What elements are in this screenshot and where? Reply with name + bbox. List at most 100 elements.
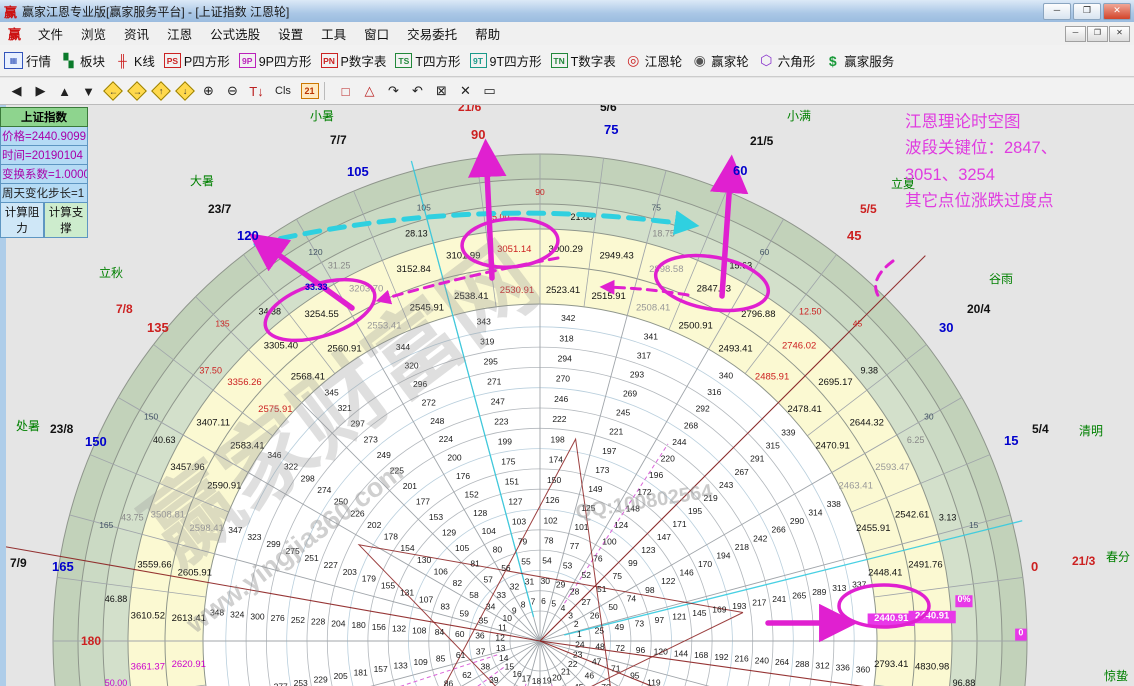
- diamond-up-icon[interactable]: ↑: [150, 81, 171, 101]
- shrink-icon[interactable]: ✕: [455, 81, 476, 101]
- wheel-outer-label: 105: [347, 164, 369, 179]
- svg-text:85: 85: [436, 654, 446, 664]
- svg-text:227: 227: [324, 560, 338, 570]
- mdi-window-controls: ─❐✕: [1065, 26, 1134, 42]
- svg-text:56: 56: [501, 563, 511, 573]
- screen-icon[interactable]: ▭: [479, 81, 500, 101]
- solar-term-label: 惊蛰: [1104, 668, 1128, 683]
- time-axis-icon[interactable]: T↓: [246, 81, 267, 101]
- menu-item-工具[interactable]: 工具: [312, 22, 355, 45]
- fit-box-icon[interactable]: ⊠: [431, 81, 452, 101]
- svg-text:98: 98: [645, 585, 655, 595]
- prev-arrow-icon[interactable]: ◀: [6, 81, 27, 101]
- svg-text:30: 30: [541, 576, 551, 586]
- svg-text:2515.91: 2515.91: [591, 291, 625, 302]
- toolbar-button-行情[interactable]: ▦行情: [4, 51, 51, 70]
- svg-text:314: 314: [808, 508, 822, 518]
- toolbar-button-T四方形[interactable]: TST四方形: [395, 51, 460, 70]
- svg-text:177: 177: [416, 497, 430, 507]
- svg-text:176: 176: [456, 471, 470, 481]
- svg-text:2463.41: 2463.41: [839, 480, 873, 491]
- svg-text:180: 180: [81, 634, 101, 648]
- zoom-out-icon[interactable]: ⊖: [222, 81, 243, 101]
- toolbar-button-P四方形[interactable]: PSP四方形: [164, 51, 230, 70]
- next-arrow-icon[interactable]: ▶: [30, 81, 51, 101]
- svg-text:2500.91: 2500.91: [679, 320, 713, 331]
- menu-item-交易委托[interactable]: 交易委托: [398, 22, 466, 45]
- svg-text:130: 130: [417, 555, 431, 565]
- toolbar-button-T数字表[interactable]: TNT数字表: [551, 51, 616, 70]
- triangle-tool-icon[interactable]: △: [359, 81, 380, 101]
- svg-text:104: 104: [482, 526, 496, 536]
- svg-text:135: 135: [215, 319, 229, 329]
- rotate-cw-icon[interactable]: ↷: [383, 81, 404, 101]
- diamond-down-icon[interactable]: ↓: [174, 81, 195, 101]
- toolbar-button-江恩轮[interactable]: ◎江恩轮: [625, 51, 683, 70]
- menu-item-江恩[interactable]: 江恩: [158, 22, 201, 45]
- toolbar-button-板块[interactable]: ▚板块: [60, 51, 105, 70]
- up-marker-icon[interactable]: ▲: [54, 81, 75, 101]
- rect-tool-icon[interactable]: □: [335, 81, 356, 101]
- down-marker-icon[interactable]: ▼: [78, 81, 99, 101]
- menu-item-窗口[interactable]: 窗口: [355, 22, 398, 45]
- svg-text:192: 192: [714, 652, 728, 662]
- svg-text:95: 95: [630, 671, 640, 681]
- svg-text:2695.17: 2695.17: [818, 377, 852, 388]
- svg-text:45: 45: [574, 682, 584, 686]
- toolbar-button-赢家服务[interactable]: $赢家服务: [824, 51, 894, 70]
- diamond-right-icon[interactable]: →: [126, 81, 147, 101]
- svg-text:109: 109: [414, 657, 428, 667]
- diamond-up-icon: ↑: [151, 81, 171, 101]
- zoom-in-icon[interactable]: ⊕: [198, 81, 219, 101]
- svg-text:97: 97: [655, 615, 665, 625]
- toolbar-button-K线[interactable]: ╫K线: [114, 51, 155, 70]
- close-button[interactable]: ✕: [1103, 3, 1131, 20]
- calc-support-button[interactable]: 计算支撑: [44, 203, 88, 238]
- svg-text:267: 267: [735, 467, 749, 477]
- svg-text:218: 218: [735, 542, 749, 552]
- mdi-close-button[interactable]: ✕: [1109, 26, 1130, 42]
- note-line: 3051、3254: [905, 162, 1133, 188]
- cls-button[interactable]: Cls: [270, 81, 296, 101]
- svg-text:2: 2: [574, 619, 579, 629]
- gann-wheel-icon: ◎: [625, 53, 642, 68]
- svg-text:6.25: 6.25: [907, 435, 925, 445]
- calc-resistance-button[interactable]: 计算阻力: [0, 203, 44, 238]
- svg-text:0: 0: [1018, 628, 1023, 638]
- menu-item-设置[interactable]: 设置: [269, 22, 312, 45]
- diamond-left-icon[interactable]: ←: [102, 81, 123, 101]
- solar-term-label: 立秋: [99, 265, 123, 280]
- svg-text:105: 105: [417, 202, 431, 212]
- menu-item-文件[interactable]: 文件: [29, 22, 72, 45]
- diamond-right-icon: →: [127, 81, 147, 101]
- title-bar[interactable]: 赢 赢家江恩专业版[赢家服务平台] - [上证指数 江恩轮] ─❐✕: [0, 0, 1134, 23]
- mdi-minimize-button[interactable]: ─: [1065, 26, 1086, 42]
- svg-text:133: 133: [394, 661, 408, 671]
- toolbar-button-9T四方形[interactable]: 9T9T四方形: [470, 51, 542, 70]
- service-icon: $: [824, 53, 841, 68]
- menu-item-资讯[interactable]: 资讯: [115, 22, 158, 45]
- svg-text:99: 99: [628, 558, 638, 568]
- svg-text:75: 75: [651, 202, 661, 212]
- rotate-ccw-icon[interactable]: ↶: [407, 81, 428, 101]
- menu-item-帮助[interactable]: 帮助: [466, 22, 509, 45]
- toolbar-button-P数字表[interactable]: PNP数字表: [321, 51, 387, 70]
- p9-icon: 9P: [239, 53, 256, 68]
- toolbar-button-9P四方形[interactable]: 9P9P四方形: [239, 51, 312, 70]
- svg-text:341: 341: [644, 331, 658, 341]
- svg-text:121: 121: [672, 611, 686, 621]
- svg-text:81: 81: [470, 559, 480, 569]
- svg-text:200: 200: [447, 453, 461, 463]
- menu-item-公式选股[interactable]: 公式选股: [201, 22, 269, 45]
- wheel-outer-label: 21/5: [750, 134, 774, 148]
- calendar-icon[interactable]: 21: [299, 81, 320, 101]
- main-toolbar: ▦行情 ▚板块 ╫K线 PSP四方形 9P9P四方形 PNP数字表 TST四方形 9T9T四方…: [0, 45, 1134, 77]
- mdi-restore-button[interactable]: ❐: [1087, 26, 1108, 42]
- minimize-button[interactable]: ─: [1043, 3, 1071, 20]
- toolbar-button-六角形[interactable]: ⬡六角形: [758, 51, 816, 70]
- maximize-button[interactable]: ❐: [1073, 3, 1101, 20]
- toolbar-button-赢家轮[interactable]: ◉赢家轮: [691, 51, 749, 70]
- menu-item-浏览[interactable]: 浏览: [72, 22, 115, 45]
- menu-items: 文件浏览资讯江恩公式选股设置工具窗口交易委托帮助: [29, 22, 509, 45]
- svg-text:29: 29: [556, 579, 566, 589]
